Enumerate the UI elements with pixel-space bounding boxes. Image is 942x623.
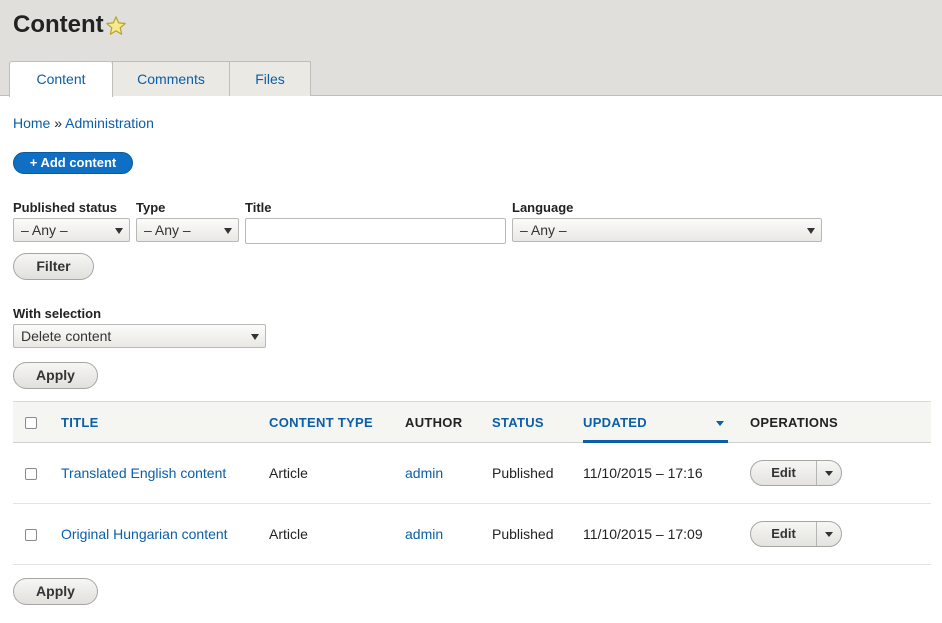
published-status-value: – Any – [21,222,68,238]
chevron-down-icon [224,228,232,234]
bulk-action-value: Delete content [21,328,112,344]
column-status[interactable]: STATUS [492,415,544,431]
row-content-type: Article [269,465,308,481]
page-header: Content Content Comments Files [0,0,942,97]
column-updated[interactable]: UPDATED [583,415,647,431]
row-title-link[interactable]: Translated English content [61,465,226,482]
row-operations-dropbutton: Edit [750,521,842,547]
row-status: Published [492,526,554,542]
chevron-down-icon [115,228,123,234]
edit-button[interactable]: Edit [751,461,817,485]
star-icon[interactable] [105,15,127,37]
apply-button-top[interactable]: Apply [13,362,98,389]
row-operations-dropbutton: Edit [750,460,842,486]
apply-button-bottom[interactable]: Apply [13,578,98,605]
chevron-down-icon [251,334,259,340]
operations-toggle[interactable] [817,522,841,546]
operations-toggle[interactable] [817,461,841,485]
type-select[interactable]: – Any – [136,218,239,242]
tab-files[interactable]: Files [229,61,311,96]
bulk-action-select[interactable]: Delete content [13,324,266,348]
tab-content[interactable]: Content [9,61,113,97]
tab-comments[interactable]: Comments [112,61,230,96]
edit-button[interactable]: Edit [751,522,817,546]
breadcrumb-home[interactable]: Home [13,115,50,131]
row-status: Published [492,465,554,481]
published-status-select[interactable]: – Any – [13,218,130,242]
table-header: TITLE CONTENT TYPE AUTHOR STATUS UPDATED… [13,401,931,443]
breadcrumb-separator: » [54,115,63,131]
table-row: Translated English content Article admin… [13,443,931,504]
filter-button[interactable]: Filter [13,253,94,280]
column-title[interactable]: TITLE [61,415,99,431]
type-label: Type [136,200,166,215]
column-content-type[interactable]: CONTENT TYPE [269,415,373,431]
row-title-link[interactable]: Original Hungarian content [61,526,228,543]
row-updated: 11/10/2015 – 17:09 [583,526,703,542]
chevron-down-icon [825,532,833,537]
row-updated: 11/10/2015 – 17:16 [583,465,703,481]
with-selection-label: With selection [13,306,102,321]
language-select[interactable]: – Any – [512,218,822,242]
column-operations: OPERATIONS [750,415,838,430]
type-value: – Any – [144,222,191,238]
breadcrumb-administration[interactable]: Administration [65,115,154,131]
language-label: Language [512,200,574,215]
sort-descending-icon [716,421,724,426]
chevron-down-icon [825,471,833,476]
row-author-link[interactable]: admin [405,465,443,482]
column-author: AUTHOR [405,415,463,430]
row-content-type: Article [269,526,308,542]
row-author-link[interactable]: admin [405,526,443,543]
published-status-label: Published status [13,200,118,215]
add-content-button[interactable]: + Add content [13,152,133,174]
language-value: – Any – [520,222,567,238]
page-title: Content [13,11,104,38]
row-checkbox[interactable] [25,529,37,541]
table-row: Original Hungarian content Article admin… [13,504,931,565]
select-all-checkbox[interactable] [25,417,37,429]
title-label: Title [245,200,272,215]
title-input[interactable] [245,218,506,244]
row-checkbox[interactable] [25,468,37,480]
breadcrumb: Home » Administration [13,114,154,132]
chevron-down-icon [807,228,815,234]
